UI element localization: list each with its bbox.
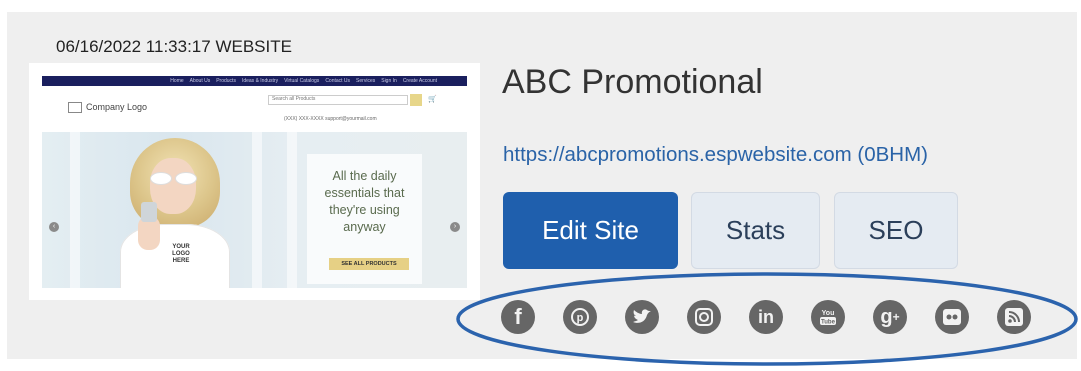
carousel-next-icon: › <box>450 222 460 232</box>
website-thumbnail[interactable]: Home About Us Products Ideas & Industry … <box>29 63 480 300</box>
hero-text-panel: All the daily essentials that they're us… <box>307 154 422 284</box>
thumbnail-preview: Home About Us Products Ideas & Industry … <box>42 76 467 288</box>
thumbnail-nav-item: Virtual Catalogs <box>284 78 320 84</box>
thumbnail-company-logo: Company Logo <box>68 102 147 114</box>
thumbnail-nav-item: Create Account <box>402 78 437 84</box>
svg-text:p: p <box>577 312 584 324</box>
timestamp-label: 06/16/2022 11:33:17 WEBSITE <box>56 37 292 56</box>
hero-cta-button: SEE ALL PRODUCTS <box>329 258 409 270</box>
carousel-prev-icon: ‹ <box>49 222 59 232</box>
pinterest-icon[interactable]: p <box>563 300 597 334</box>
site-url-link[interactable]: https://abcpromotions.espwebsite.com (0B… <box>503 143 928 167</box>
shirt-logo-text: YOUR LOGO HERE <box>172 244 190 264</box>
site-name: ABC Promotional <box>502 63 763 101</box>
thumbnail-contact-info: (XXX) XXX-XXXX support@yourmail.com <box>284 116 377 122</box>
svg-text:You: You <box>822 310 835 317</box>
thumbnail-hero-banner: YOUR LOGO HERE ‹ All the daily essential… <box>42 132 467 288</box>
thumbnail-nav-bar: Home About Us Products Ideas & Industry … <box>42 76 467 86</box>
thumbnail-header: Company Logo Search all Products 🛒 (XXX)… <box>42 86 467 132</box>
hero-tagline: All the daily essentials that they're us… <box>324 169 405 234</box>
stats-button[interactable]: Stats <box>691 192 820 269</box>
thumbnail-nav-item: About Us <box>189 78 211 84</box>
twitter-icon[interactable] <box>625 300 659 334</box>
linkedin-icon[interactable]: in <box>749 300 783 334</box>
youtube-icon[interactable]: You Tube <box>811 300 845 334</box>
social-icons-row: f p in You Tube g + <box>0 300 1081 340</box>
thumbnail-nav-item: Ideas & Industry <box>241 78 279 84</box>
thumbnail-nav-item: Services <box>356 78 376 84</box>
thumbnail-search-icon <box>410 94 422 106</box>
facebook-icon[interactable]: f <box>501 300 535 334</box>
rss-icon[interactable] <box>997 300 1031 334</box>
thumbnail-search-box: Search all Products <box>268 95 408 105</box>
flickr-icon[interactable] <box>935 300 969 334</box>
thumbnail-cart-icon: 🛒 <box>428 96 437 103</box>
thumbnail-nav-item: Home <box>170 78 184 84</box>
edit-site-button[interactable]: Edit Site <box>503 192 678 269</box>
thumbnail-nav-item: Products <box>216 78 236 84</box>
instagram-icon[interactable] <box>687 300 721 334</box>
seo-button[interactable]: SEO <box>834 192 958 269</box>
thumbnail-nav-item: Contact Us <box>325 78 351 84</box>
thumbnail-nav-item: Sign In <box>381 78 397 84</box>
svg-text:Tube: Tube <box>821 320 836 326</box>
google-plus-icon[interactable]: g + <box>873 300 907 334</box>
